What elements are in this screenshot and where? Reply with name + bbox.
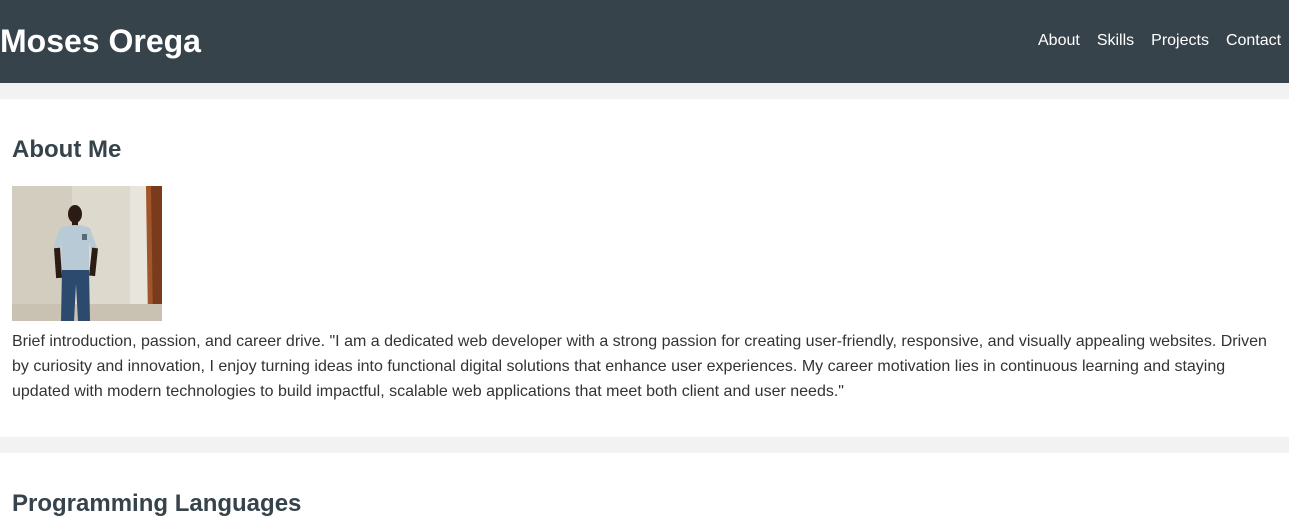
programming-languages-heading: Programming Languages: [12, 490, 302, 517]
about-section: About Me Brief introduction, passion, an…: [0, 99, 1289, 437]
main-nav: About Skills Projects Contact: [1038, 31, 1289, 53]
site-title: Moses Orega: [0, 23, 201, 59]
site-header: Moses Orega About Skills Projects Contact: [0, 0, 1289, 83]
nav-link-about[interactable]: About: [1038, 31, 1080, 51]
profile-photo: [12, 186, 162, 321]
nav-link-contact[interactable]: Contact: [1226, 31, 1281, 51]
about-heading: About Me: [12, 136, 122, 163]
profile-photo-image: [12, 186, 162, 321]
nav-link-projects[interactable]: Projects: [1151, 31, 1209, 51]
about-text: Brief introduction, passion, and career …: [12, 333, 1267, 400]
programming-languages-section: Programming Languages: [0, 453, 1289, 519]
nav-link-skills[interactable]: Skills: [1097, 31, 1134, 51]
